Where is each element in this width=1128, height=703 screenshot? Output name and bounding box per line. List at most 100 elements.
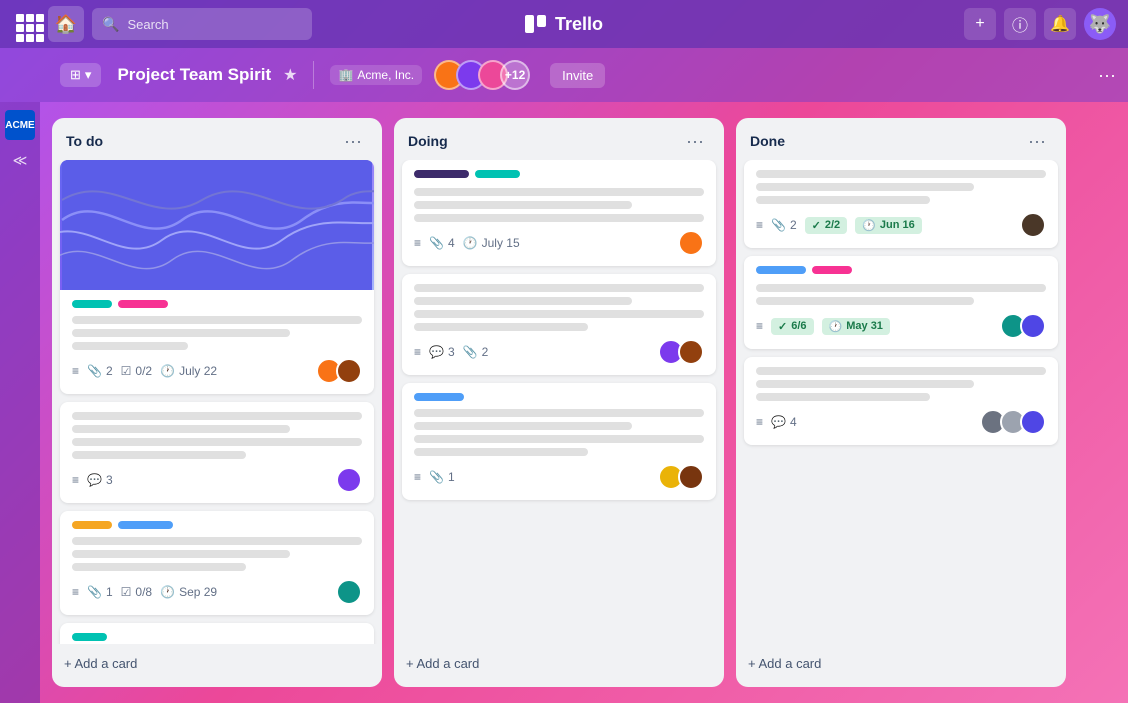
board-more-button[interactable]: ···: [1098, 65, 1116, 86]
card-todo-1-body: ≡ 📎 2 ☑ 0/2 🕐 July 22: [60, 290, 374, 394]
description-icon-item: ≡: [756, 319, 763, 333]
card-line: [756, 297, 974, 305]
attachment-icon: 📎: [87, 364, 102, 378]
search-bar[interactable]: 🔍 Search: [92, 8, 312, 40]
card-doing-2: ≡ 💬 3 📎 2: [402, 274, 716, 375]
card-line: [72, 342, 188, 350]
add-card-done-button[interactable]: + Add a card: [736, 648, 1066, 679]
card-todo-4-body: [60, 623, 374, 644]
card-avatar-1: [1020, 212, 1046, 238]
list-done-menu-button[interactable]: ···: [1022, 130, 1052, 152]
card-line: [414, 448, 588, 456]
checklist-badge-icon: ✓: [812, 219, 821, 232]
add-card-doing-button[interactable]: + Add a card: [394, 648, 724, 679]
card-tag-teal: [72, 633, 107, 641]
card-lines: [414, 188, 704, 222]
notifications-button[interactable]: 🔔: [1044, 8, 1076, 40]
card-line: [72, 316, 362, 324]
workspace-logo[interactable]: ACME: [5, 110, 35, 140]
card-meta: ≡ 📎 2 ☑ 0/2 🕐 July 22: [72, 358, 362, 384]
comment-icon: 💬: [771, 415, 786, 429]
card-line: [756, 196, 930, 204]
card-avatars: [336, 467, 362, 493]
sidebar: ACME ≪: [0, 102, 40, 703]
sidebar-collapse-button[interactable]: ≪: [13, 152, 28, 169]
card-lines: [414, 284, 704, 331]
list-doing-menu-button[interactable]: ···: [680, 130, 710, 152]
attachment-count: 2: [106, 364, 113, 378]
card-avatars: [678, 230, 704, 256]
card-avatars: [336, 579, 362, 605]
add-icon: +: [975, 15, 984, 33]
card-tags: [72, 633, 362, 641]
date-badge: 🕐 Jun 16: [855, 217, 922, 234]
list-doing: Doing ··· ≡: [394, 118, 724, 687]
card-avatar-1: [678, 230, 704, 256]
board-star-button[interactable]: ★: [283, 65, 297, 85]
invite-button[interactable]: Invite: [550, 63, 605, 88]
card-done-1-body: ≡ 📎 2 ✓ 2/2 🕐 Jun 16: [744, 160, 1058, 248]
list-done-header: Done ···: [736, 118, 1066, 160]
top-single-tag: [414, 393, 704, 401]
card-avatar-2: [678, 339, 704, 365]
checklist-badge-icon: ✓: [778, 320, 787, 333]
attachments-item: 📎 1: [429, 470, 455, 484]
card-avatar-3: [1020, 409, 1046, 435]
card-done-1: ≡ 📎 2 ✓ 2/2 🕐 Jun 16: [744, 160, 1058, 248]
card-tags: [72, 300, 362, 308]
card-avatars: [316, 358, 362, 384]
workspace-chevron: ▾: [85, 67, 92, 83]
tag-blue: [414, 393, 464, 401]
home-button[interactable]: 🏠: [48, 6, 84, 42]
card-line: [414, 435, 704, 443]
list-todo-menu-button[interactable]: ···: [338, 130, 368, 152]
description-icon-item: ≡: [414, 345, 421, 359]
card-todo-4: [60, 623, 374, 644]
date-badge-value: May 31: [846, 320, 883, 332]
card-line: [756, 367, 1046, 375]
board-title: Project Team Spirit: [117, 65, 271, 85]
card-lines: [414, 409, 704, 456]
header-separator: [313, 61, 314, 89]
card-avatars: [658, 339, 704, 365]
workspace-selector[interactable]: ⊞ ▾: [60, 63, 101, 87]
card-avatars: [658, 464, 704, 490]
card-tag-yellow: [72, 521, 112, 529]
card-meta: ≡ 💬 3: [72, 467, 362, 493]
description-icon: ≡: [414, 345, 421, 359]
card-meta: ≡ 📎 2 ✓ 2/2 🕐 Jun 16: [756, 212, 1046, 238]
search-icon: 🔍: [102, 16, 119, 33]
info-button[interactable]: ⓘ: [1004, 8, 1036, 40]
board-members: +12: [434, 60, 530, 90]
comments-item: 💬 4: [771, 415, 797, 429]
workspace-name-badge[interactable]: 🏢 Acme, Inc.: [330, 65, 422, 85]
checklist-item: ☑ 0/2: [121, 364, 152, 378]
card-line: [756, 284, 1046, 292]
date-value: Sep 29: [179, 585, 217, 599]
member-count-badge[interactable]: +12: [500, 60, 530, 90]
card-meta: ≡ 💬 3 📎 2: [414, 339, 704, 365]
card-line: [72, 425, 290, 433]
card-avatar-2: [336, 358, 362, 384]
add-button[interactable]: +: [964, 8, 996, 40]
checklist-value: 0/2: [135, 364, 152, 378]
list-done: Done ··· ≡ 📎: [736, 118, 1066, 687]
date-badge: 🕐 May 31: [822, 318, 890, 335]
card-meta: ≡ ✓ 6/6 🕐 May 31: [756, 313, 1046, 339]
attachments-item: 📎 2: [771, 218, 797, 232]
top-nav: 🏠 🔍 Search Trello + ⓘ 🔔 🐺: [0, 0, 1128, 48]
card-tags: [72, 521, 362, 529]
card-lines: [756, 284, 1046, 305]
list-done-title: Done: [750, 133, 785, 149]
card-cover-image: [60, 160, 374, 290]
attachment-count: 2: [482, 345, 489, 359]
card-line: [756, 170, 1046, 178]
card-line: [72, 329, 290, 337]
description-icon: ≡: [72, 364, 79, 378]
grid-menu-button[interactable]: [12, 10, 40, 38]
card-doing-3: ≡ 📎 1: [402, 383, 716, 500]
user-avatar[interactable]: 🐺: [1084, 8, 1116, 40]
card-line: [414, 409, 704, 417]
date-value: July 22: [179, 364, 217, 378]
add-card-todo-button[interactable]: + Add a card: [52, 648, 382, 679]
